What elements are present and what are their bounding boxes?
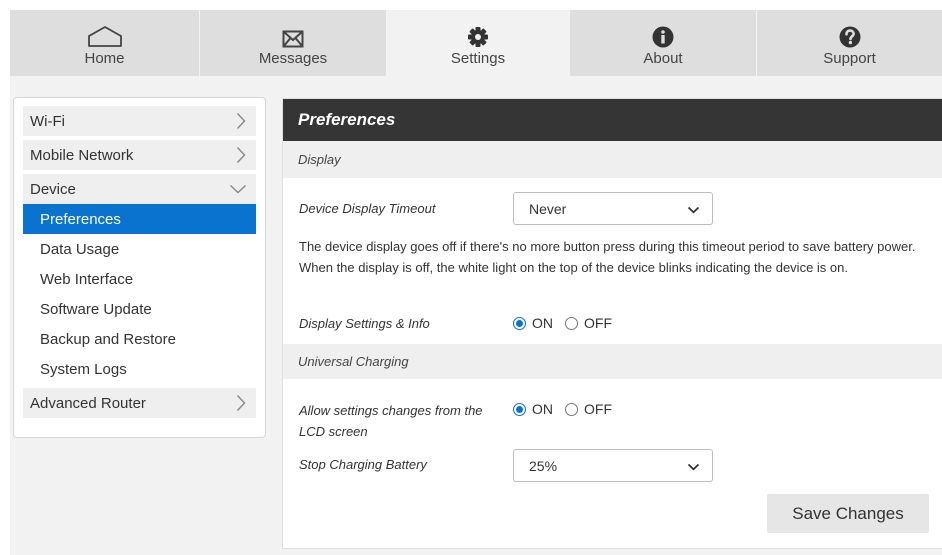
tab-about-label: About	[643, 50, 683, 67]
tab-settings[interactable]: Settings	[387, 10, 570, 76]
radio-selected-icon	[513, 402, 526, 416]
sidebar-item-backup-restore[interactable]: Backup and Restore	[23, 324, 256, 354]
sidebar-item-wifi[interactable]: Wi-Fi	[23, 106, 256, 136]
top-navigation: Home Messages Settings About Support	[10, 10, 942, 76]
radio-label: OFF	[584, 315, 612, 331]
sidebar-item-data-usage[interactable]: Data Usage	[23, 234, 256, 264]
radio-unselected-icon	[565, 316, 578, 330]
display-timeout-select[interactable]: Never	[513, 192, 713, 225]
page-title: Preferences	[283, 99, 942, 141]
lcd-settings-label: Allow settings changes from the LCD scre…	[299, 403, 483, 439]
radio-selected-icon	[513, 316, 526, 330]
sidebar-item-label: Device	[30, 180, 76, 198]
display-timeout-description: The device display goes off if there's n…	[299, 239, 916, 275]
chevron-down-icon	[687, 458, 700, 474]
lcd-off-radio[interactable]: OFF	[565, 401, 612, 417]
section-universal-charging: Universal Charging	[283, 344, 942, 379]
display-timeout-value: Never	[529, 200, 567, 217]
question-icon	[839, 18, 861, 48]
chevron-down-icon	[687, 201, 700, 217]
display-info-on-radio[interactable]: ON	[513, 315, 553, 331]
radio-unselected-icon	[565, 402, 578, 416]
lcd-settings-radios: ON OFF	[513, 401, 612, 417]
sidebar-item-web-interface[interactable]: Web Interface	[23, 264, 256, 294]
tab-home[interactable]: Home	[10, 10, 200, 76]
lcd-on-radio[interactable]: ON	[513, 401, 553, 417]
display-settings-info-radios: ON OFF	[513, 315, 612, 331]
chevron-right-icon	[234, 145, 248, 165]
stop-charging-label: Stop Charging Battery	[299, 457, 427, 472]
preferences-panel: Preferences Display Device Display Timeo…	[282, 98, 942, 549]
tab-support-label: Support	[823, 50, 876, 67]
tab-home-label: Home	[84, 50, 125, 67]
display-info-off-radio[interactable]: OFF	[565, 315, 612, 331]
radio-label: ON	[532, 315, 553, 331]
gear-icon	[467, 18, 489, 48]
info-icon	[652, 18, 674, 48]
radio-label: ON	[532, 401, 553, 417]
sidebar-item-mobile-network[interactable]: Mobile Network	[23, 140, 256, 170]
chevron-right-icon	[234, 393, 248, 413]
sidebar-item-system-logs[interactable]: System Logs	[23, 354, 256, 384]
radio-label: OFF	[584, 401, 612, 417]
tab-messages[interactable]: Messages	[200, 10, 387, 76]
sidebar-item-label: Wi-Fi	[30, 112, 65, 130]
sidebar-item-label: Mobile Network	[30, 146, 134, 164]
display-timeout-label: Device Display Timeout	[299, 201, 436, 216]
tab-messages-label: Messages	[258, 50, 328, 67]
stop-charging-value: 25%	[529, 457, 558, 474]
chevron-down-icon	[228, 179, 248, 199]
stop-charging-select[interactable]: 25%	[513, 449, 713, 482]
tab-support[interactable]: Support	[757, 10, 942, 76]
save-changes-button[interactable]: Save Changes	[767, 494, 929, 533]
tab-about[interactable]: About	[570, 10, 757, 76]
chevron-right-icon	[234, 111, 248, 131]
sidebar-item-device[interactable]: Device	[23, 174, 256, 204]
sidebar-item-label: Advanced Router	[30, 394, 146, 412]
settings-sidebar: Wi-Fi Mobile Network Device Preferences …	[13, 97, 266, 438]
sidebar-item-advanced-router[interactable]: Advanced Router	[23, 388, 256, 418]
sidebar-item-software-update[interactable]: Software Update	[23, 294, 256, 324]
tab-settings-label: Settings	[450, 50, 506, 67]
section-display: Display	[283, 141, 942, 178]
envelope-icon	[282, 18, 304, 48]
home-icon	[87, 18, 123, 48]
display-settings-info-label: Display Settings & Info	[299, 316, 430, 331]
sidebar-item-preferences[interactable]: Preferences	[23, 204, 256, 234]
